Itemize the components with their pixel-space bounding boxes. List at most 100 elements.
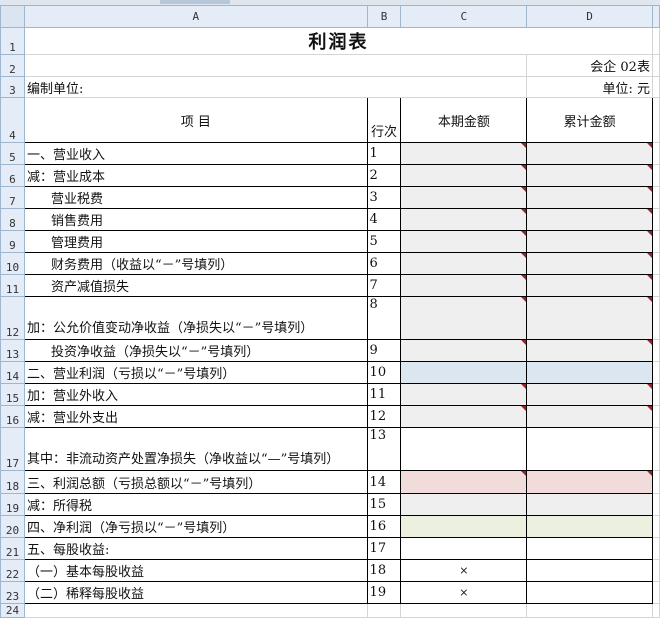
cumulative-amount-cell[interactable] bbox=[526, 405, 653, 428]
row-header-11[interactable]: 11 bbox=[0, 274, 25, 297]
cell-a2[interactable] bbox=[23, 54, 528, 77]
cell[interactable] bbox=[651, 581, 660, 604]
cell[interactable] bbox=[23, 603, 368, 618]
cell[interactable] bbox=[651, 27, 660, 55]
current-amount-cell[interactable] bbox=[400, 515, 528, 538]
cumulative-amount-cell[interactable] bbox=[526, 252, 653, 275]
current-amount-cell[interactable] bbox=[400, 361, 528, 384]
comment-indicator-icon[interactable] bbox=[646, 406, 652, 411]
current-amount-cell[interactable] bbox=[400, 339, 528, 362]
row-header-19[interactable]: 19 bbox=[0, 493, 25, 516]
cell[interactable] bbox=[651, 296, 660, 340]
current-amount-cell[interactable]: × bbox=[400, 559, 528, 582]
select-all-corner[interactable] bbox=[0, 5, 25, 28]
line-item-label[interactable]: （二）稀释每股收益 bbox=[23, 581, 368, 604]
line-item-label[interactable]: 二、营业利润（亏损以“－”号填列） bbox=[23, 361, 368, 384]
preparer-label[interactable]: 编制单位: bbox=[23, 76, 528, 98]
cell[interactable] bbox=[651, 427, 660, 471]
cell[interactable] bbox=[651, 361, 660, 384]
row-header-3[interactable]: 3 bbox=[0, 76, 25, 98]
cell[interactable] bbox=[651, 603, 660, 618]
cell[interactable] bbox=[651, 405, 660, 428]
cell[interactable] bbox=[651, 97, 660, 143]
cell[interactable] bbox=[651, 164, 660, 187]
column-header-d[interactable]: D bbox=[526, 5, 653, 28]
current-amount-cell[interactable] bbox=[400, 537, 528, 560]
comment-indicator-icon[interactable] bbox=[521, 275, 526, 280]
cumulative-amount-cell[interactable] bbox=[526, 142, 653, 165]
cell[interactable] bbox=[526, 603, 653, 618]
comment-indicator-icon[interactable] bbox=[646, 340, 652, 345]
comment-indicator-icon[interactable] bbox=[521, 187, 526, 192]
comment-indicator-icon[interactable] bbox=[521, 253, 526, 258]
current-amount-cell[interactable] bbox=[400, 470, 528, 494]
line-item-label[interactable]: 资产减值损失 bbox=[23, 274, 368, 297]
line-item-label[interactable]: 五、每股收益: bbox=[23, 537, 368, 560]
cell[interactable] bbox=[651, 54, 660, 77]
column-header-b[interactable]: B bbox=[366, 5, 402, 28]
row-header-5[interactable]: 5 bbox=[0, 142, 25, 165]
row-header-17[interactable]: 17 bbox=[0, 427, 25, 471]
cell[interactable] bbox=[651, 383, 660, 406]
comment-indicator-icon[interactable] bbox=[521, 471, 526, 476]
comment-indicator-icon[interactable] bbox=[521, 209, 526, 214]
row-header-12[interactable]: 12 bbox=[0, 296, 25, 340]
current-amount-cell[interactable] bbox=[400, 208, 528, 231]
line-item-label[interactable]: 销售费用 bbox=[23, 208, 368, 231]
cell[interactable] bbox=[651, 339, 660, 362]
comment-indicator-icon[interactable] bbox=[646, 471, 652, 476]
comment-indicator-icon[interactable] bbox=[521, 406, 526, 411]
comment-indicator-icon[interactable] bbox=[646, 231, 652, 236]
cell[interactable] bbox=[366, 603, 402, 618]
cell[interactable] bbox=[651, 470, 660, 494]
cell[interactable] bbox=[651, 142, 660, 165]
line-item-label[interactable]: 管理费用 bbox=[23, 230, 368, 253]
row-header-13[interactable]: 13 bbox=[0, 339, 25, 362]
line-item-label[interactable]: 加：营业外收入 bbox=[23, 383, 368, 406]
cumulative-amount-cell[interactable] bbox=[526, 296, 653, 340]
line-item-label[interactable]: 减：营业成本 bbox=[23, 164, 368, 187]
row-header-4[interactable]: 4 bbox=[0, 97, 25, 143]
current-amount-cell[interactable] bbox=[400, 493, 528, 516]
cell[interactable] bbox=[400, 603, 528, 618]
cumulative-amount-cell[interactable] bbox=[526, 361, 653, 384]
current-amount-cell[interactable] bbox=[400, 252, 528, 275]
cumulative-amount-cell[interactable] bbox=[526, 427, 653, 471]
line-item-label[interactable]: 加：公允价值变动净收益（净损失以“－”号填列） bbox=[23, 296, 368, 340]
row-header-2[interactable]: 2 bbox=[0, 54, 25, 77]
line-item-label[interactable]: 投资净收益（净损失以“－”号填列） bbox=[23, 339, 368, 362]
column-header-e[interactable] bbox=[651, 5, 660, 28]
line-item-label[interactable]: 财务费用（收益以“－”号填列） bbox=[23, 252, 368, 275]
cumulative-amount-cell[interactable] bbox=[526, 339, 653, 362]
current-amount-cell[interactable] bbox=[400, 427, 528, 471]
column-header-c[interactable]: C bbox=[400, 5, 528, 28]
comment-indicator-icon[interactable] bbox=[646, 165, 652, 170]
cumulative-amount-cell[interactable] bbox=[526, 164, 653, 187]
row-header-10[interactable]: 10 bbox=[0, 252, 25, 275]
row-header-20[interactable]: 20 bbox=[0, 515, 25, 538]
cell[interactable] bbox=[651, 515, 660, 538]
cell[interactable] bbox=[651, 537, 660, 560]
current-amount-cell[interactable] bbox=[400, 164, 528, 187]
current-amount-cell[interactable]: × bbox=[400, 581, 528, 604]
cell[interactable] bbox=[651, 230, 660, 253]
column-header-a[interactable]: A bbox=[23, 5, 368, 28]
cell[interactable] bbox=[651, 274, 660, 297]
current-amount-cell[interactable] bbox=[400, 296, 528, 340]
line-item-label[interactable]: 减：营业外支出 bbox=[23, 405, 368, 428]
row-header-16[interactable]: 16 bbox=[0, 405, 25, 428]
current-amount-cell[interactable] bbox=[400, 274, 528, 297]
comment-indicator-icon[interactable] bbox=[646, 297, 652, 302]
sheet-title[interactable]: 利润表 bbox=[23, 27, 653, 55]
header-current-amount[interactable]: 本期金额 bbox=[400, 97, 528, 143]
comment-indicator-icon[interactable] bbox=[521, 384, 526, 389]
cell[interactable] bbox=[651, 186, 660, 209]
cell[interactable] bbox=[651, 76, 660, 98]
row-header-6[interactable]: 6 bbox=[0, 164, 25, 187]
comment-indicator-icon[interactable] bbox=[521, 340, 526, 345]
unit-label[interactable]: 单位: 元 bbox=[526, 76, 653, 98]
header-line-no[interactable]: 行次 bbox=[366, 97, 402, 143]
row-header-14[interactable]: 14 bbox=[0, 361, 25, 384]
comment-indicator-icon[interactable] bbox=[646, 143, 652, 148]
row-header-24[interactable]: 24 bbox=[0, 603, 25, 618]
